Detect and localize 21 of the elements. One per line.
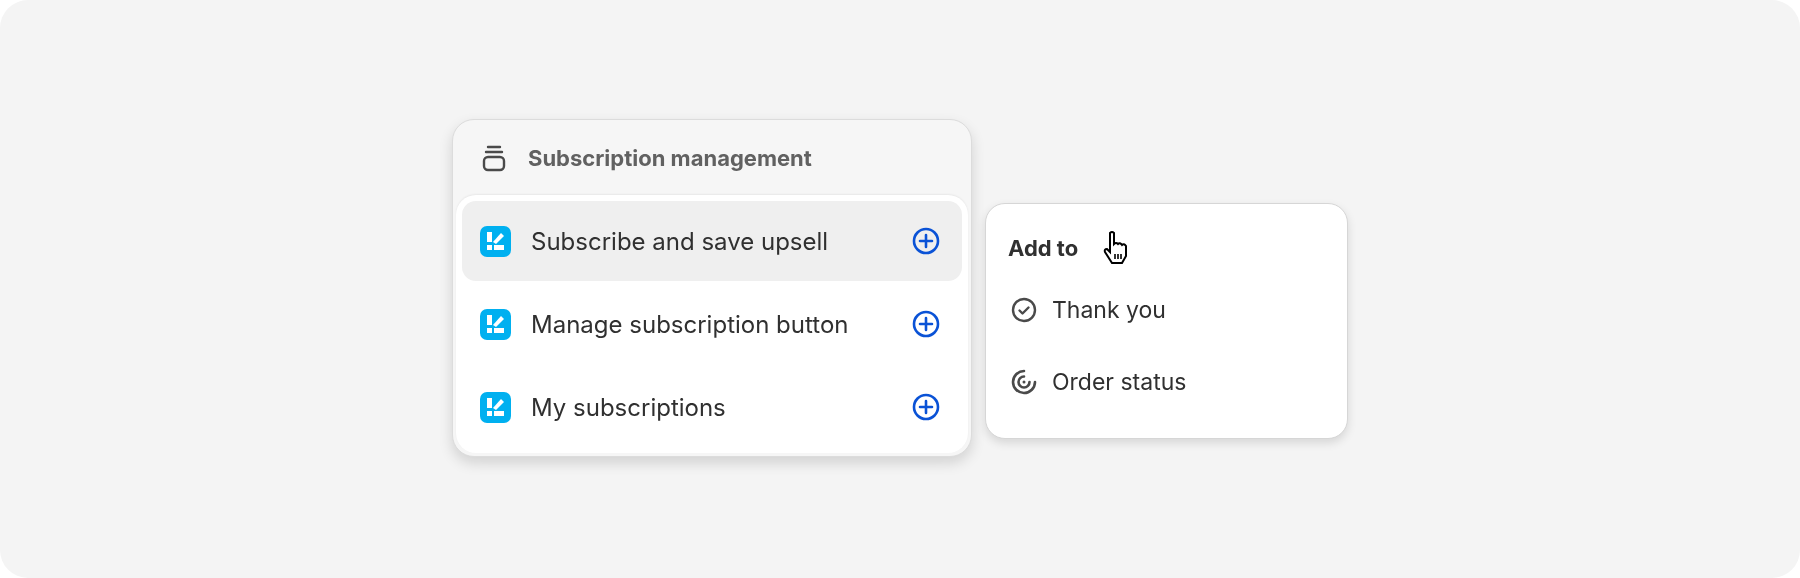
app-logo-icon [480, 391, 511, 423]
menu-item-label: Subscribe and save upsell [531, 226, 830, 256]
add-icon[interactable] [912, 393, 940, 421]
menu-item[interactable]: Subscribe and save upsell [462, 201, 962, 281]
popup-item[interactable]: Thank you [1008, 274, 1325, 346]
app-logo-icon [480, 225, 511, 257]
check-circle-icon [1010, 296, 1038, 324]
popup-item-label: Order status [1052, 368, 1187, 396]
menu-item-label: Manage subscription button [531, 309, 850, 339]
menu-title: Subscription management [528, 144, 812, 171]
order-status-icon [1010, 368, 1038, 396]
app-logo-icon [480, 308, 511, 340]
add-icon[interactable] [912, 227, 940, 255]
menu-item[interactable]: Manage subscription button [462, 284, 962, 364]
add-icon[interactable] [912, 310, 940, 338]
stack-icon [482, 143, 506, 172]
popup-item-label: Thank you [1052, 296, 1166, 324]
popup-item[interactable]: Order status [1008, 346, 1325, 418]
popup-title: Add to [1008, 235, 1079, 261]
menu-item-label: My subscriptions [531, 392, 727, 422]
menu-item[interactable]: My subscriptions [462, 367, 962, 447]
